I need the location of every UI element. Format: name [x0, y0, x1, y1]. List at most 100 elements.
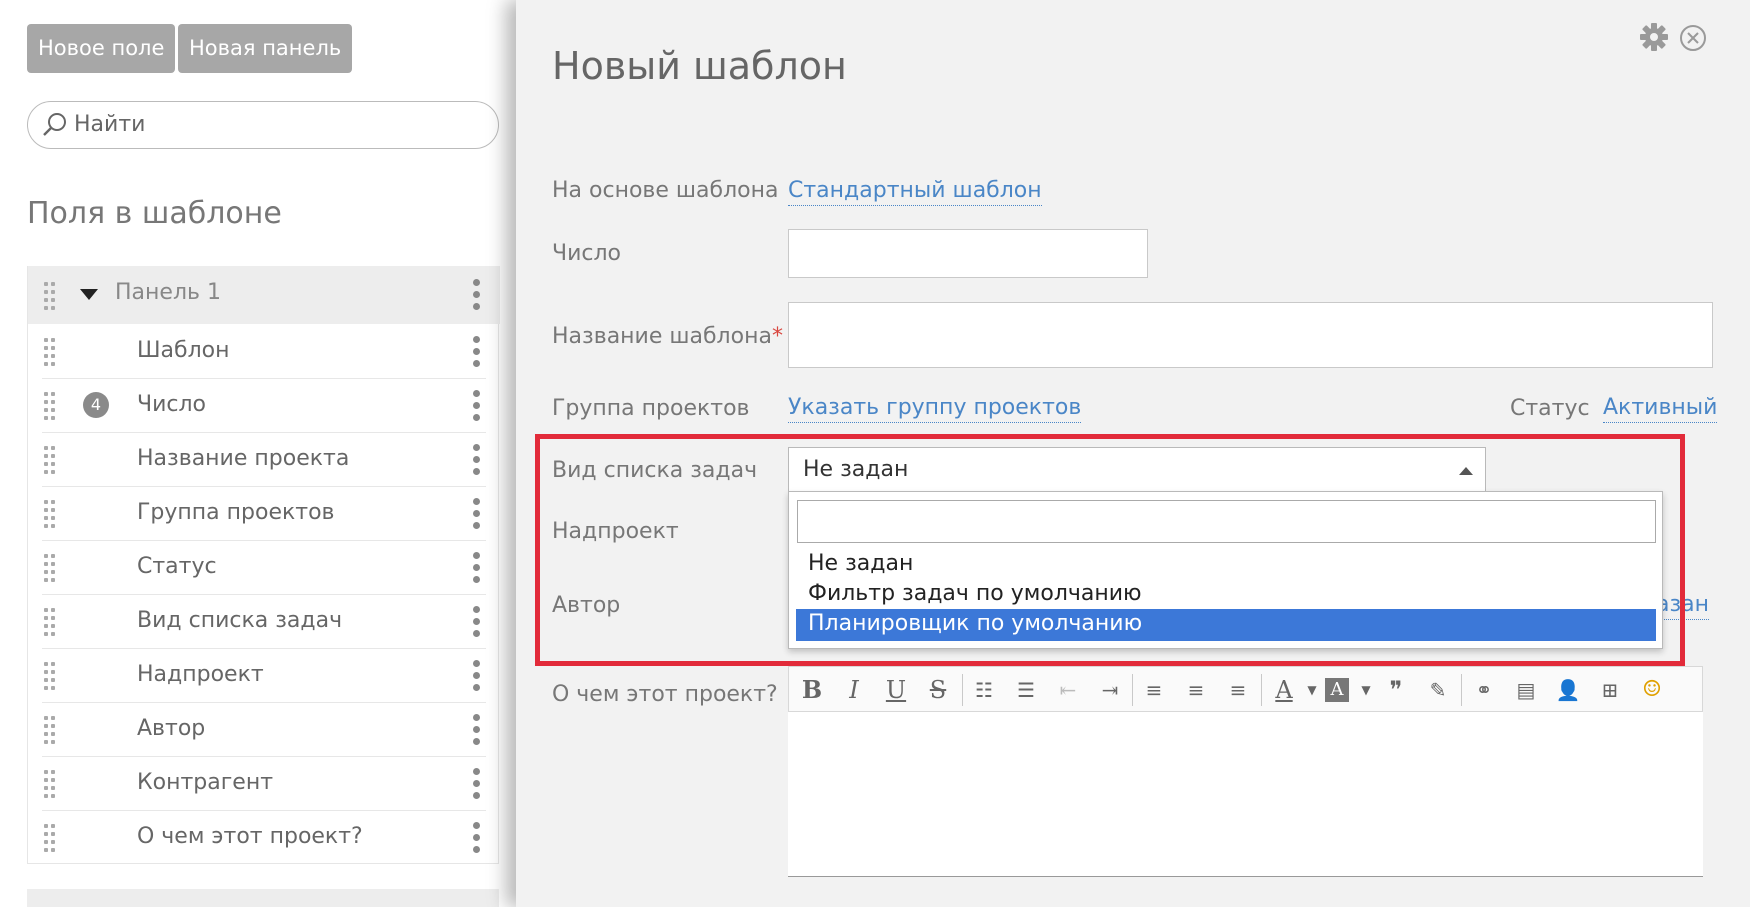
- collapse-triangle-icon[interactable]: [80, 289, 98, 301]
- task-list-view-label: Вид списка задач: [552, 458, 758, 483]
- about-label: О чем этот проект?: [552, 682, 778, 707]
- more-options-icon[interactable]: [472, 714, 480, 746]
- field-row-about[interactable]: О чем этот проект?: [42, 811, 486, 865]
- more-options-icon[interactable]: [472, 768, 480, 800]
- more-options-icon[interactable]: [472, 336, 480, 368]
- align-left-icon[interactable]: ≡: [1139, 675, 1169, 705]
- more-options-icon[interactable]: [472, 279, 480, 311]
- select-value: Не задан: [803, 457, 909, 482]
- project-group-link[interactable]: Указать группу проектов: [788, 394, 1082, 423]
- field-row-project-group[interactable]: Группа проектов: [42, 487, 486, 541]
- code-block-icon[interactable]: ▤: [1511, 675, 1541, 705]
- strikethrough-icon[interactable]: S: [923, 675, 953, 705]
- parent-project-label: Надпроект: [552, 519, 679, 544]
- about-editor[interactable]: [788, 712, 1703, 877]
- task-list-view-dropdown: Не задан Фильтр задач по умолчанию Плани…: [788, 491, 1663, 649]
- underline-icon[interactable]: U: [881, 675, 911, 705]
- search-icon: [43, 113, 66, 136]
- modal-title: Новый шаблон: [552, 44, 847, 88]
- align-right-icon[interactable]: ≡: [1223, 675, 1253, 705]
- bold-icon[interactable]: B: [797, 675, 827, 705]
- more-options-icon[interactable]: [472, 552, 480, 584]
- chevron-down-icon[interactable]: ▼: [1351, 675, 1381, 705]
- new-field-button[interactable]: Новое поле: [27, 24, 176, 73]
- numbered-list-icon[interactable]: ☷: [969, 675, 999, 705]
- background-color-icon[interactable]: A: [1325, 678, 1349, 702]
- based-on-template-link[interactable]: Стандартный шаблон: [788, 177, 1042, 206]
- drag-handle-icon[interactable]: [44, 608, 58, 636]
- text-color-icon[interactable]: A: [1269, 675, 1299, 705]
- new-panel-button[interactable]: Новая панель: [178, 24, 353, 73]
- fields-search-input[interactable]: Найти: [27, 101, 499, 149]
- drag-handle-icon[interactable]: [44, 716, 58, 744]
- drag-handle-icon[interactable]: [44, 446, 58, 474]
- required-mark: *: [771, 324, 783, 349]
- based-on-label: На основе шаблона: [552, 178, 779, 203]
- status-link[interactable]: Активный: [1603, 394, 1718, 423]
- number-badge: 4: [83, 392, 109, 418]
- field-label: Статус: [137, 554, 217, 579]
- close-icon[interactable]: [1679, 24, 1707, 52]
- more-options-icon[interactable]: [472, 444, 480, 476]
- more-options-icon[interactable]: [472, 822, 480, 854]
- indent-icon[interactable]: ⇥: [1095, 675, 1125, 705]
- field-row-project-name[interactable]: Название проекта: [42, 433, 486, 487]
- bulleted-list-icon[interactable]: ☰: [1011, 675, 1041, 705]
- drag-handle-icon[interactable]: [44, 500, 58, 528]
- field-label: Группа проектов: [137, 500, 335, 525]
- chevron-up-icon: [1459, 467, 1473, 475]
- more-options-icon[interactable]: [472, 390, 480, 422]
- field-label: Вид списка задач: [137, 608, 343, 633]
- drag-handle-icon[interactable]: [44, 282, 58, 310]
- number-input[interactable]: [788, 229, 1148, 278]
- field-label: Автор: [137, 716, 206, 741]
- drag-handle-icon[interactable]: [44, 770, 58, 798]
- dropdown-option[interactable]: Не задан: [796, 549, 1656, 581]
- more-options-icon[interactable]: [472, 606, 480, 638]
- dropdown-search-input[interactable]: [797, 500, 1656, 543]
- drag-handle-icon[interactable]: [44, 554, 58, 582]
- author-link[interactable]: азан: [1656, 591, 1710, 620]
- table-icon[interactable]: ⊞: [1595, 675, 1625, 705]
- template-name-label: Название шаблона*: [552, 324, 783, 349]
- drag-handle-icon[interactable]: [44, 662, 58, 690]
- toolbar-divider: [1132, 674, 1133, 706]
- field-row-parent-project[interactable]: Надпроект: [42, 649, 486, 703]
- drag-handle-icon[interactable]: [44, 338, 58, 366]
- field-row-counterparty[interactable]: Контрагент: [42, 757, 486, 811]
- format-painter-icon[interactable]: ✎: [1423, 675, 1453, 705]
- user-mention-icon[interactable]: 👤: [1553, 675, 1583, 705]
- template-name-input[interactable]: [788, 302, 1713, 368]
- more-options-icon[interactable]: [472, 660, 480, 692]
- next-panel-row: [27, 889, 499, 907]
- field-row-number[interactable]: 4 Число: [42, 379, 486, 433]
- outdent-icon[interactable]: ⇤: [1053, 675, 1083, 705]
- chevron-down-icon[interactable]: ▼: [1297, 675, 1327, 705]
- field-row-task-list-view[interactable]: Вид списка задач: [42, 595, 486, 649]
- drag-handle-icon[interactable]: [44, 824, 58, 852]
- toolbar-divider: [962, 674, 963, 706]
- dropdown-option[interactable]: Фильтр задач по умолчанию: [796, 579, 1656, 611]
- emoji-icon[interactable]: ☺: [1637, 675, 1667, 705]
- fields-list: Панель 1 Шаблон 4 Число Название проекта…: [27, 266, 500, 865]
- editor-toolbar: B I U S ☷ ☰ ⇤ ⇥ ≡ ≡ ≡ A ▼ A ▼ ❞ ✎ ⚭ ▤ 👤 …: [788, 666, 1703, 712]
- align-center-icon[interactable]: ≡: [1181, 675, 1211, 705]
- link-icon[interactable]: ⚭: [1469, 675, 1499, 705]
- dropdown-option-selected[interactable]: Планировщик по умолчанию: [796, 609, 1656, 641]
- task-list-view-select[interactable]: Не задан: [788, 447, 1486, 492]
- panel-row[interactable]: Панель 1: [28, 266, 500, 324]
- quote-icon[interactable]: ❞: [1381, 675, 1411, 705]
- field-label: Контрагент: [137, 770, 274, 795]
- field-label: Шаблон: [137, 338, 230, 363]
- italic-icon[interactable]: I: [839, 675, 869, 705]
- status-label: Статус: [1510, 396, 1590, 421]
- more-options-icon[interactable]: [472, 498, 480, 530]
- gear-icon[interactable]: [1639, 22, 1669, 52]
- field-row-status[interactable]: Статус: [42, 541, 486, 595]
- drag-handle-icon[interactable]: [44, 392, 58, 420]
- field-row-template[interactable]: Шаблон: [42, 325, 486, 379]
- fields-sidebar: Новое поле Новая панель Найти Поля в шаб…: [0, 0, 520, 907]
- toolbar-divider: [1261, 674, 1262, 706]
- field-row-author[interactable]: Автор: [42, 703, 486, 757]
- panel-name: Панель 1: [115, 280, 221, 305]
